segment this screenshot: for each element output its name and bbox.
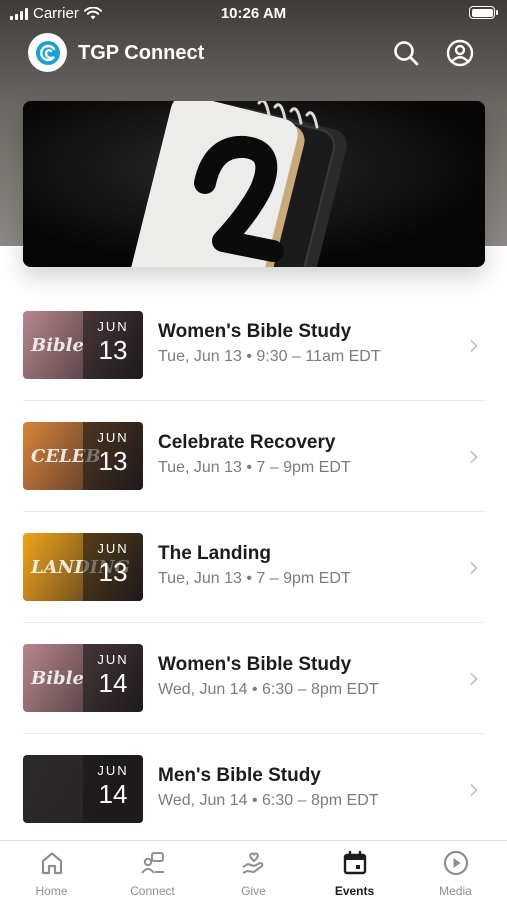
chevron-right-icon: [470, 339, 478, 353]
tab-media-label: Media: [439, 884, 472, 898]
event-thumbnail: Bible JUN 14: [23, 644, 143, 712]
event-month: JUN: [97, 541, 129, 556]
tab-media[interactable]: Media: [405, 841, 506, 900]
connect-icon: [141, 852, 164, 874]
tab-bar: Home Connect Give Events Media: [0, 840, 507, 900]
play-circle-icon: [443, 850, 469, 876]
tab-give-label: Give: [241, 884, 266, 898]
event-month: JUN: [97, 763, 129, 778]
chevron-right-icon: [470, 450, 478, 464]
calendar-flip-icon: [23, 101, 485, 267]
give-hand-heart-icon: [242, 852, 264, 874]
event-date-overlay: JUN 13: [83, 533, 143, 601]
event-day: 14: [98, 779, 128, 809]
user-circle-icon: [446, 39, 474, 67]
search-icon: [394, 41, 419, 66]
event-title: Men's Bible Study: [158, 765, 321, 786]
event-month: JUN: [97, 652, 129, 667]
event-row[interactable]: Bible JUN 14 Women's Bible Study Wed, Jun 14…: [23, 623, 485, 734]
battery-icon: [469, 6, 498, 19]
event-date-overlay: JUN 14: [83, 644, 143, 712]
event-date-overlay: JUN 14: [83, 755, 143, 823]
event-row[interactable]: CELEB JUN 13 Celebrate Recovery Tue, Jun 13 …: [23, 401, 485, 512]
tab-events-label: Events: [334, 884, 375, 898]
event-thumbnail-art-text: Bible: [31, 668, 84, 689]
event-thumbnail: JUN 14: [23, 755, 143, 823]
hero-banner[interactable]: 2: [23, 101, 485, 267]
event-date-overlay: JUN 13: [83, 422, 143, 490]
event-row[interactable]: LANDING JUN 13 The Landing Tue, Jun 13 • 7 –…: [23, 512, 485, 623]
tab-connect-label: Connect: [130, 884, 175, 898]
calendar-icon: [343, 850, 367, 875]
event-datetime: Wed, Jun 14 • 6:30 – 8pm EDT: [158, 681, 379, 698]
event-thumbnail: CELEB JUN 13: [23, 422, 143, 490]
tab-events[interactable]: Events: [304, 841, 405, 900]
status-bar: Carrier 10:26 AM: [0, 0, 507, 28]
home-icon: [41, 852, 63, 875]
event-datetime: Tue, Jun 13 • 9:30 – 11am EDT: [158, 348, 381, 365]
tab-give[interactable]: Give: [203, 841, 304, 900]
event-day: 14: [98, 668, 128, 698]
tab-home-label: Home: [35, 884, 68, 898]
event-day: 13: [98, 557, 128, 587]
event-title: The Landing: [158, 543, 271, 564]
event-list: Bible JUN 13 Women's Bible Study Tue, Jun 13…: [23, 290, 485, 845]
status-time: 10:26 AM: [220, 5, 287, 22]
event-row[interactable]: Bible JUN 13 Women's Bible Study Tue, Jun 13…: [23, 290, 485, 401]
app-bar: TGP Connect: [0, 32, 507, 74]
app-logo[interactable]: [28, 33, 67, 72]
event-title: Women's Bible Study: [158, 654, 352, 675]
event-row[interactable]: JUN 14 Men's Bible Study Wed, Jun 14 • 6:30…: [23, 734, 485, 845]
tab-home[interactable]: Home: [1, 841, 102, 900]
event-thumbnail: LANDING JUN 13: [23, 533, 143, 601]
event-title: Celebrate Recovery: [158, 432, 336, 453]
event-day: 13: [98, 335, 128, 365]
event-datetime: Tue, Jun 13 • 7 – 9pm EDT: [158, 459, 351, 476]
chevron-right-icon: [470, 672, 478, 686]
chevron-right-icon: [470, 561, 478, 575]
tab-connect[interactable]: Connect: [102, 841, 203, 900]
event-date-overlay: JUN 13: [83, 311, 143, 379]
event-datetime: Wed, Jun 14 • 6:30 – 8pm EDT: [158, 792, 379, 809]
event-thumbnail: Bible JUN 13: [23, 311, 143, 379]
event-title: Women's Bible Study: [158, 321, 352, 342]
app-title: TGP Connect: [78, 42, 205, 64]
event-thumbnail-art-text: Bible: [31, 335, 84, 356]
event-month: JUN: [97, 430, 129, 445]
event-datetime: Tue, Jun 13 • 7 – 9pm EDT: [158, 570, 351, 587]
event-month: JUN: [97, 319, 129, 334]
chevron-right-icon: [470, 783, 478, 797]
event-day: 13: [98, 446, 128, 476]
search-button[interactable]: [392, 39, 420, 67]
swirl-logo-icon: [35, 40, 60, 65]
profile-button[interactable]: [446, 39, 474, 67]
